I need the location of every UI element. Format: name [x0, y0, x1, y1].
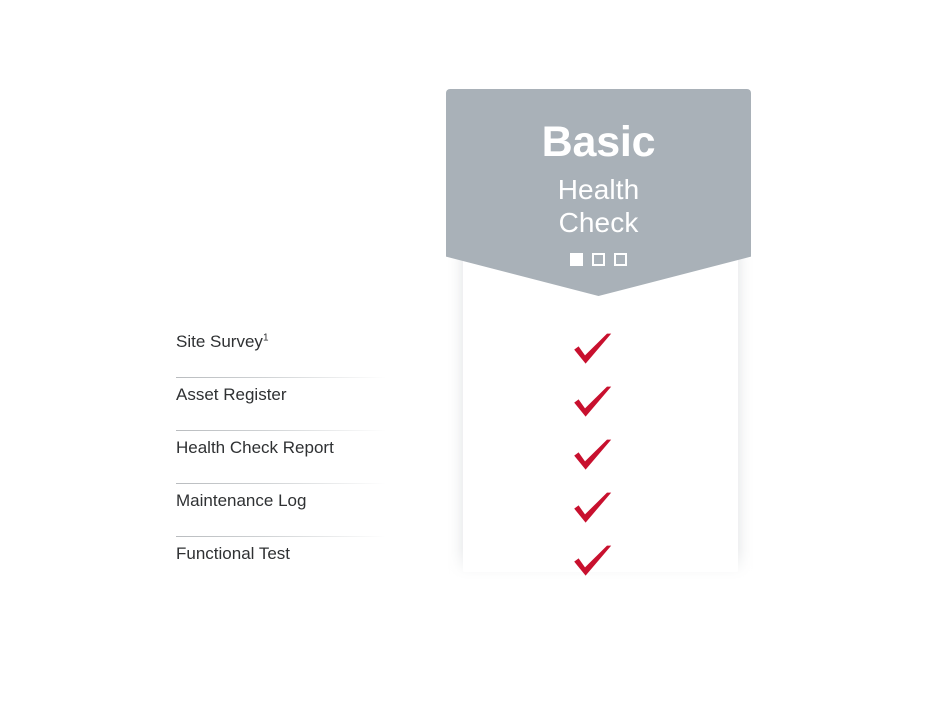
feature-check-row: [566, 377, 620, 430]
check-mark-icon: [574, 333, 612, 364]
feature-check-row: [566, 324, 620, 377]
plan-level-indicator: [446, 239, 751, 267]
feature-row: Functional Test: [176, 536, 388, 589]
level-square-3-outline: [614, 253, 627, 267]
check-mark-icon: [574, 492, 612, 523]
feature-check-row: [566, 483, 620, 536]
plan-subtitle-line-1: Health: [557, 173, 640, 205]
level-square-2-outline: [592, 253, 605, 267]
check-mark-icon: [574, 439, 612, 470]
level-square-1-filled: [570, 253, 583, 267]
feature-check-column: [566, 324, 620, 589]
feature-label-health-check-report: Health Check Report: [176, 438, 334, 457]
check-mark-icon: [574, 386, 612, 417]
feature-row: Asset Register: [176, 377, 388, 430]
feature-row: Site Survey1: [176, 324, 388, 377]
plan-banner[interactable]: Basic Health Check: [446, 89, 751, 296]
plan-title: Basic: [541, 118, 656, 166]
pricing-tier-panel: Basic Health Check Site Survey1 Asset Re…: [0, 0, 940, 720]
feature-label-site-survey: Site Survey1: [176, 332, 269, 351]
feature-row: Maintenance Log: [176, 483, 388, 536]
feature-list: Site Survey1 Asset Register Health Check…: [176, 324, 388, 589]
feature-label-maintenance-log: Maintenance Log: [176, 491, 307, 510]
plan-subtitle-line-2: Check: [558, 206, 639, 238]
feature-label-asset-register: Asset Register: [176, 385, 287, 404]
check-mark-icon: [574, 545, 612, 576]
feature-row: Health Check Report: [176, 430, 388, 483]
feature-check-row: [566, 430, 620, 483]
feature-label-functional-test: Functional Test: [176, 544, 291, 563]
feature-check-row: [566, 536, 620, 589]
plan-subtitle: Health Check: [446, 165, 751, 240]
footnote-marker: 1: [262, 332, 269, 344]
